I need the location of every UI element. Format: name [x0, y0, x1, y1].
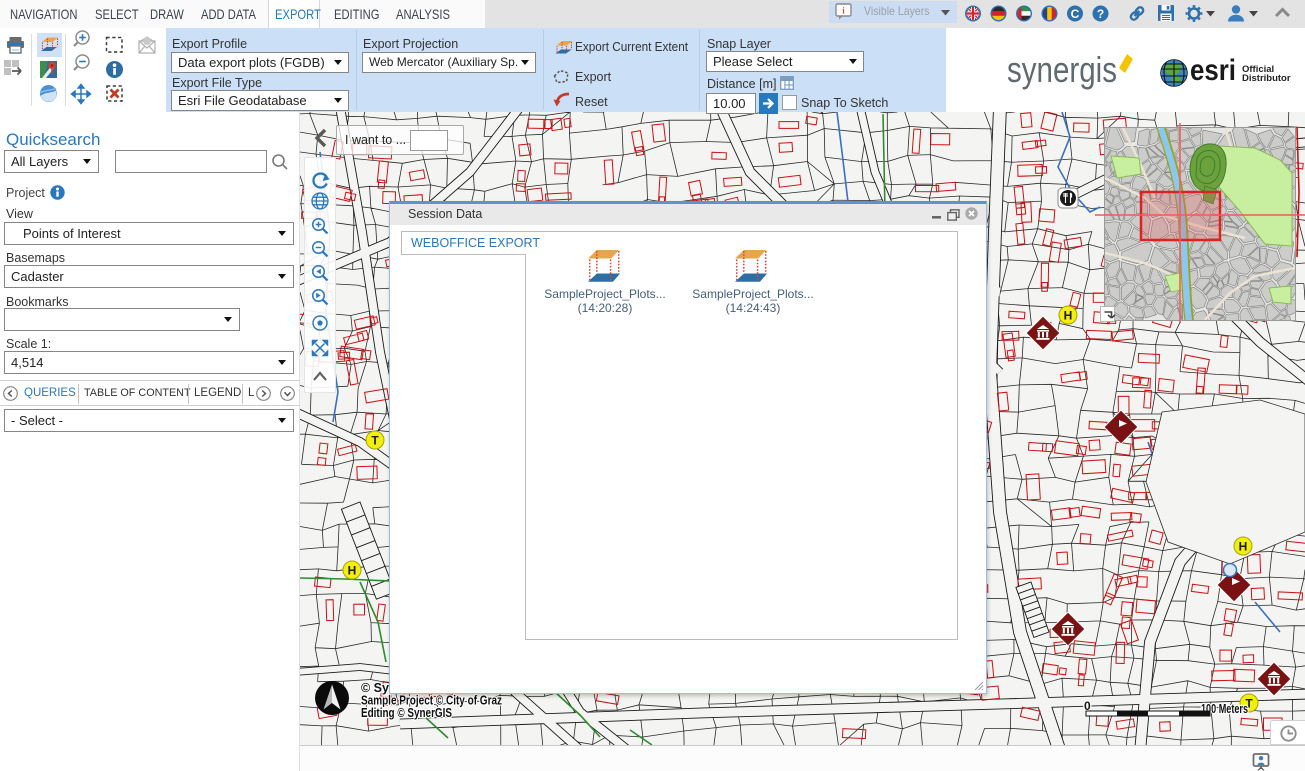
- svg-text:Export Current Extent: Export Current Extent: [575, 40, 688, 54]
- svg-text:Distributor: Distributor: [1242, 73, 1291, 84]
- svg-text:T: T: [371, 434, 379, 448]
- svg-text:Editing © SynerGIS: Editing © SynerGIS: [361, 706, 452, 720]
- svg-text:Export: Export: [575, 70, 612, 84]
- svg-text:C: C: [1071, 7, 1080, 21]
- svg-text:?: ?: [1097, 7, 1104, 21]
- svg-text:Reset: Reset: [575, 95, 608, 109]
- svg-text:synergis: synergis: [1007, 49, 1117, 90]
- svg-text:H: H: [348, 564, 357, 578]
- svg-text:H: H: [1239, 540, 1248, 554]
- svg-text:H: H: [1064, 309, 1073, 323]
- svg-text:esri: esri: [1190, 54, 1236, 87]
